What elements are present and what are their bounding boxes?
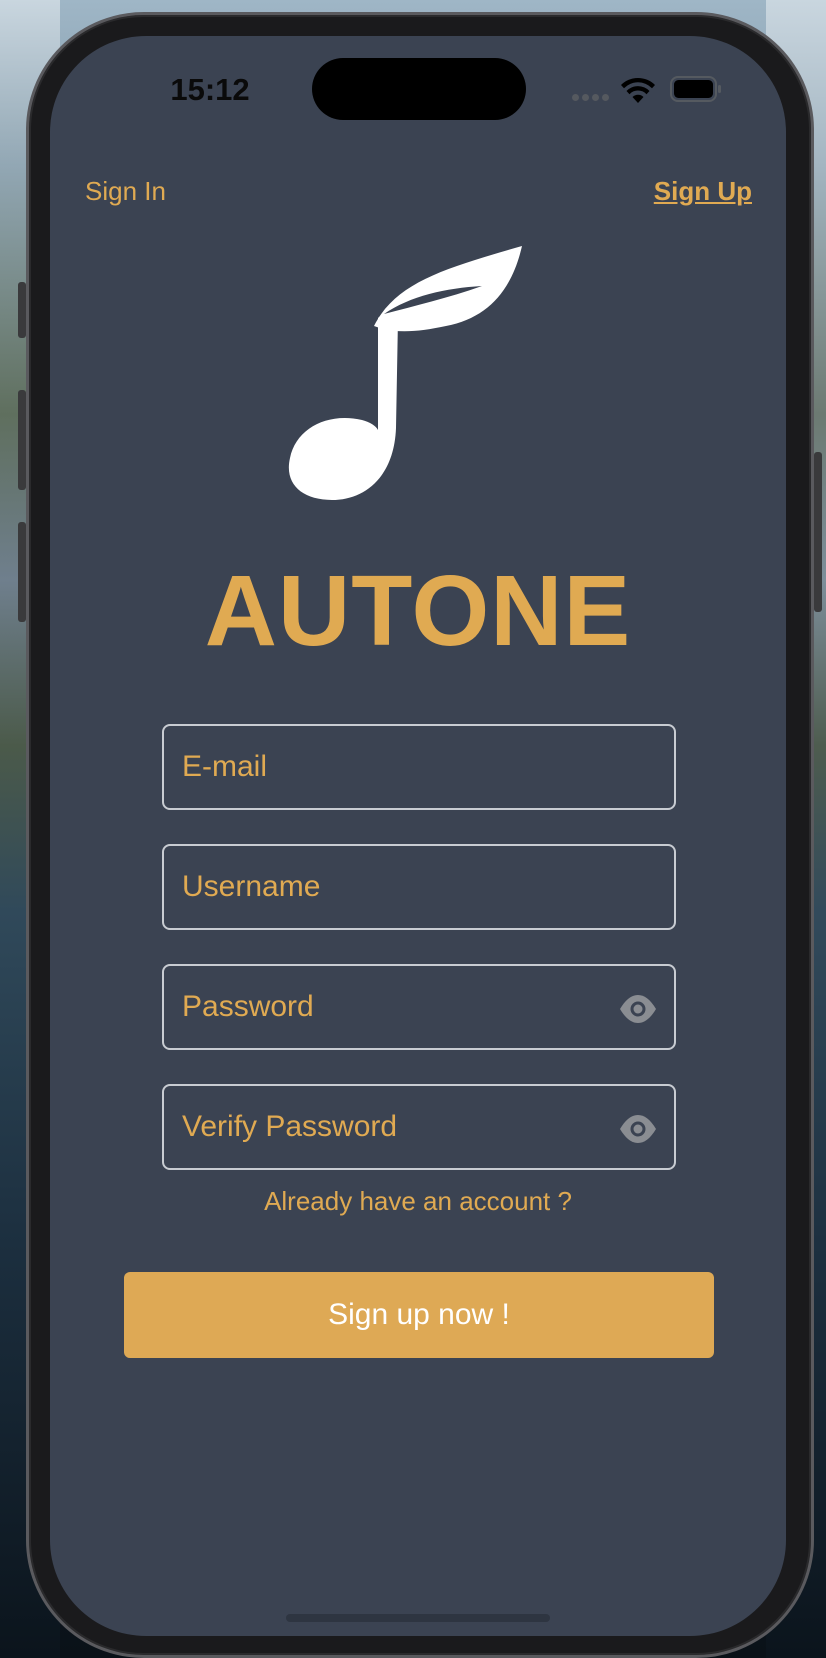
power-button (814, 452, 822, 612)
verify-password-input[interactable] (182, 1110, 622, 1144)
username-field (162, 844, 676, 930)
app-screen: 15:12 Sign In Sign Up AUTONE E-mail User… (50, 36, 786, 1636)
music-note-leaf-icon (288, 246, 522, 500)
dynamic-island (312, 58, 526, 120)
eye-icon[interactable] (618, 992, 658, 1026)
password-field (162, 964, 676, 1050)
home-indicator (286, 1614, 550, 1622)
email-field (162, 724, 676, 810)
battery-icon (670, 76, 721, 102)
status-time: 15:12 (170, 72, 250, 107)
cellular-signal-icon (572, 94, 609, 101)
sign-up-tab[interactable]: Sign Up (654, 176, 752, 207)
username-input[interactable] (182, 870, 674, 904)
action-button (18, 282, 26, 338)
sign-up-now-button[interactable]: Sign up now ! (124, 1272, 714, 1358)
sign-in-tab[interactable]: Sign In (85, 176, 166, 207)
email-input[interactable] (182, 750, 674, 784)
verify-password-field (162, 1084, 676, 1170)
already-have-account-link[interactable]: Already have an account ? (50, 1186, 786, 1217)
wifi-icon (621, 77, 655, 103)
volume-up-button (18, 390, 26, 490)
app-title: AUTONE (204, 555, 632, 667)
eye-icon[interactable] (618, 1112, 658, 1146)
password-input[interactable] (182, 990, 622, 1024)
volume-down-button (18, 522, 26, 622)
